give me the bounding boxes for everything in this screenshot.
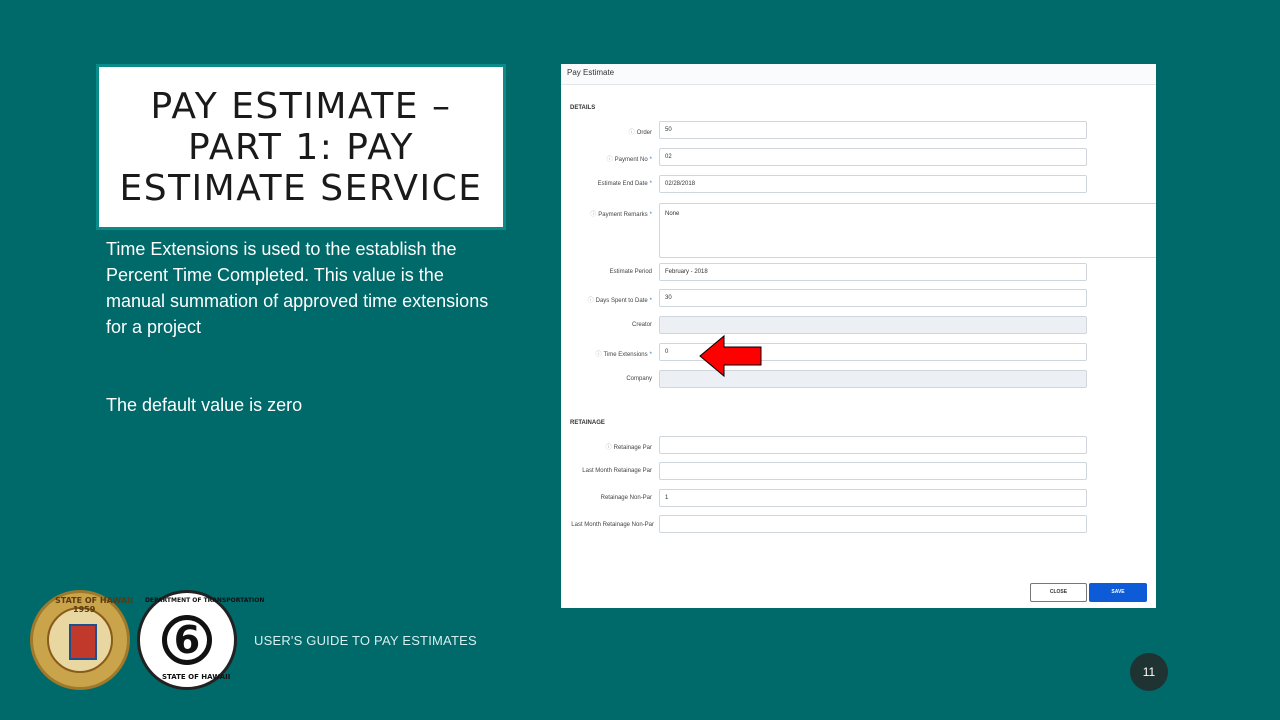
slide-title-box: PAY ESTIMATE – PART 1: PAY ESTIMATE SERV… (96, 64, 506, 230)
dot-seal: 6 DEPARTMENT OF TRANSPORTATION STATE OF … (137, 590, 264, 690)
shield-icon (69, 624, 97, 660)
payment-remarks-label: ⓘ Payment Remarks * (590, 212, 652, 218)
hawaii-state-seal: STATE OF HAWAII 1959 (30, 590, 134, 690)
time-extensions-label: ⓘ Time Extensions * (595, 352, 653, 358)
estimate-period-field[interactable]: February - 2018 (659, 263, 1087, 281)
last-month-retainage-non-par-field[interactable] (659, 515, 1087, 533)
footer-text: USER'S GUIDE TO PAY ESTIMATES (254, 633, 477, 648)
days-spent-label: ⓘ Days Spent to Date * (587, 298, 652, 304)
seal-year-text: 1959 (73, 605, 96, 614)
payment-no-label: ⓘ Payment No * (606, 157, 652, 163)
info-circle-icon: ⓘ (590, 212, 597, 218)
red-arrow-icon (699, 334, 762, 378)
seal-dot-bottom-text: STATE OF HAWAII (162, 673, 231, 681)
creator-field (659, 316, 1087, 334)
payment-no-field[interactable]: 02 (659, 148, 1087, 166)
retainage-non-par-label: Retainage Non-Par (600, 495, 652, 501)
seal-center (47, 607, 113, 673)
slide-body: Time Extensions is used to the establish… (106, 236, 506, 418)
estimate-period-label: Estimate Period (609, 269, 652, 275)
retainage-section-title: RETAINAGE (570, 420, 605, 426)
order-label: ⓘ Order (628, 130, 652, 136)
info-circle-icon: ⓘ (628, 130, 635, 136)
info-circle-icon: ⓘ (606, 157, 613, 163)
estimate-end-date-field[interactable]: 02/28/2018 (659, 175, 1087, 193)
last-month-retainage-par-label: Last Month Retainage Par (582, 468, 652, 474)
days-spent-field[interactable]: 30 (659, 289, 1087, 307)
close-button[interactable]: CLOSE (1030, 583, 1087, 602)
slide-title: PAY ESTIMATE – PART 1: PAY ESTIMATE SERV… (119, 85, 483, 209)
order-field[interactable]: 50 (659, 121, 1087, 139)
info-circle-icon: ⓘ (587, 298, 594, 304)
pay-estimate-form: Pay Estimate DETAILS ⓘ Order 50 ⓘ Payment … (561, 64, 1156, 608)
seal-six-glyph: 6 (173, 618, 201, 662)
retainage-par-label: ⓘ Retainage Par (605, 445, 652, 451)
body-paragraph-1: Time Extensions is used to the establish… (106, 239, 489, 337)
payment-remarks-field[interactable]: None (659, 203, 1156, 258)
info-circle-icon: ⓘ (605, 445, 612, 451)
seal-dot-top-text: DEPARTMENT OF TRANSPORTATION (145, 597, 265, 604)
seal-state-text: STATE OF HAWAII (55, 596, 134, 605)
last-month-retainage-non-par-label: Last Month Retainage Non-Par (571, 522, 654, 528)
company-label: Company (626, 376, 652, 382)
retainage-non-par-field[interactable]: 1 (659, 489, 1087, 507)
form-header: Pay Estimate (561, 64, 1156, 85)
creator-label: Creator (631, 322, 652, 328)
details-section-title: DETAILS (570, 105, 596, 111)
retainage-par-field[interactable] (659, 436, 1087, 454)
last-month-retainage-par-field[interactable] (659, 462, 1087, 480)
info-circle-icon: ⓘ (595, 352, 602, 358)
estimate-end-date-label: Estimate End Date * (597, 181, 652, 187)
save-button[interactable]: SAVE (1089, 583, 1147, 602)
page-number: 11 (1130, 653, 1168, 691)
body-paragraph-2: The default value is zero (106, 395, 303, 415)
